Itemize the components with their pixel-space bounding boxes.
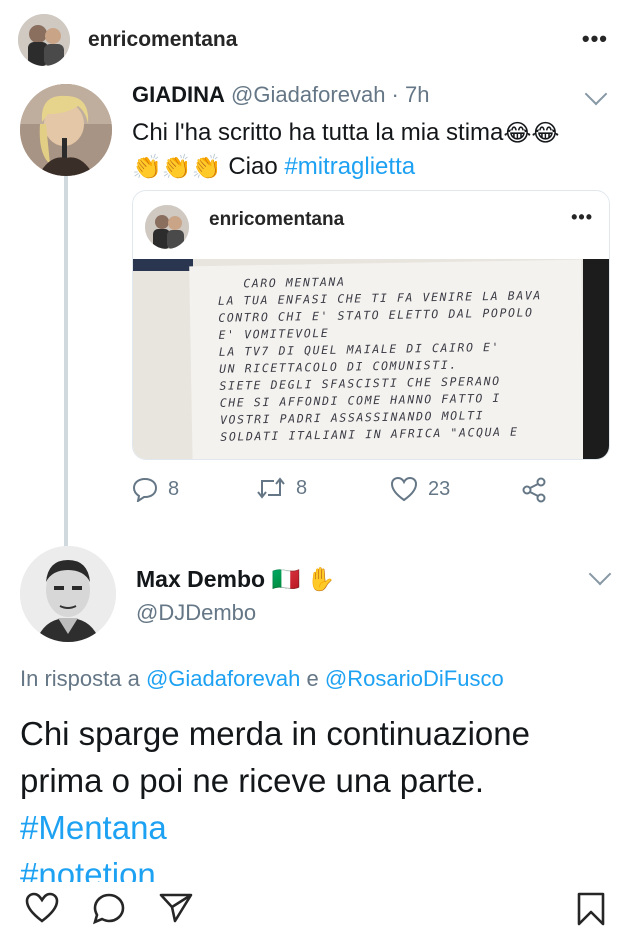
- tweet-share-action[interactable]: [520, 476, 548, 504]
- tweet-display-name[interactable]: GIADINA: [132, 82, 225, 107]
- profile-avatar[interactable]: [18, 14, 70, 66]
- laughing-emoji-icon: 😂😂: [503, 120, 560, 148]
- retweet-count: 8: [296, 476, 308, 499]
- embedded-post-card[interactable]: enricomentana ••• CARO MENTANA LA TUA EN…: [132, 190, 610, 460]
- hashtag-link[interactable]: #mitraglietta: [284, 153, 415, 180]
- letter-handwriting: CARO MENTANA LA TUA ENFASI CHE TI FA VEN…: [217, 274, 542, 444]
- tweet-handle-time[interactable]: @Giadaforevah · 7h: [231, 82, 429, 107]
- chevron-down-icon[interactable]: [584, 82, 608, 106]
- photo-dark-edge: [583, 259, 609, 459]
- reply-action[interactable]: 8: [132, 476, 179, 502]
- embedded-avatar[interactable]: [145, 205, 189, 249]
- tweet-avatar[interactable]: [20, 546, 116, 642]
- embedded-more-icon[interactable]: •••: [571, 207, 593, 228]
- tweet-display-name[interactable]: Max Dembo 🇮🇹 ✋: [136, 566, 335, 593]
- tweet-line: Chi l'ha scritto ha tutta la mia stima😂😂: [132, 116, 559, 150]
- post-image: GIADINA @Giadaforevah · 7h Chi l'ha scri…: [0, 78, 630, 882]
- share-icon[interactable]: [158, 892, 194, 924]
- tweet-header: GIADINA @Giadaforevah · 7h: [132, 82, 429, 108]
- mention-link[interactable]: @RosarioDiFusco: [325, 666, 504, 691]
- reply-prefix: In risposta a: [20, 666, 140, 691]
- reply-count: 8: [168, 477, 180, 500]
- reply-context: In risposta a @Giadaforevah e @RosarioDi…: [20, 666, 504, 692]
- profile-username[interactable]: enricomentana: [88, 28, 237, 52]
- comment-icon[interactable]: [92, 892, 126, 926]
- letter-photo: CARO MENTANA LA TUA ENFASI CHE TI FA VEN…: [133, 259, 609, 459]
- heart-icon[interactable]: [24, 892, 60, 924]
- more-options-icon[interactable]: •••: [582, 26, 608, 52]
- hashtag-link[interactable]: #Mentana: [20, 809, 167, 846]
- reply-and: e: [306, 666, 319, 691]
- tweet-text: Chi sparge merda in continuazione prima …: [20, 710, 610, 882]
- flag-hand-emoji-icon: 🇮🇹 ✋: [271, 566, 336, 592]
- ig-action-bar: [0, 882, 630, 930]
- reply-icon[interactable]: [132, 476, 158, 502]
- mention-link[interactable]: @Giadaforevah: [146, 666, 300, 691]
- tweet-body-text: Chi sparge merda in continuazione prima …: [20, 715, 530, 799]
- tweet-text-line2: Ciao: [228, 153, 278, 181]
- tweet-line: 👏👏👏 Ciao #mitraglietta: [132, 150, 559, 184]
- tweet-avatar[interactable]: [20, 84, 112, 176]
- photo-dark-strip: [133, 259, 193, 271]
- ig-header: enricomentana •••: [0, 0, 630, 78]
- retweet-action[interactable]: 8: [256, 476, 307, 500]
- chevron-down-icon[interactable]: [588, 562, 612, 586]
- hashtag-link[interactable]: #notetion: [20, 851, 610, 882]
- tweet-share-icon[interactable]: [520, 476, 548, 504]
- tweet-handle[interactable]: @DJDembo: [136, 600, 256, 626]
- like-action[interactable]: 23: [390, 476, 450, 502]
- display-name-text: Max Dembo: [136, 566, 266, 592]
- like-count: 23: [428, 477, 451, 500]
- retweet-icon[interactable]: [256, 476, 286, 500]
- embedded-username[interactable]: enricomentana: [209, 209, 344, 231]
- clapping-emoji-icon: 👏👏👏: [132, 154, 222, 182]
- tweet-actions: 8 8 23: [132, 476, 612, 512]
- bookmark-icon[interactable]: [576, 892, 606, 926]
- tweet-text: Chi l'ha scritto ha tutta la mia stima😂😂…: [132, 116, 559, 184]
- like-icon[interactable]: [390, 476, 418, 502]
- tweet-text-line1: Chi l'ha scritto ha tutta la mia stima: [132, 119, 504, 146]
